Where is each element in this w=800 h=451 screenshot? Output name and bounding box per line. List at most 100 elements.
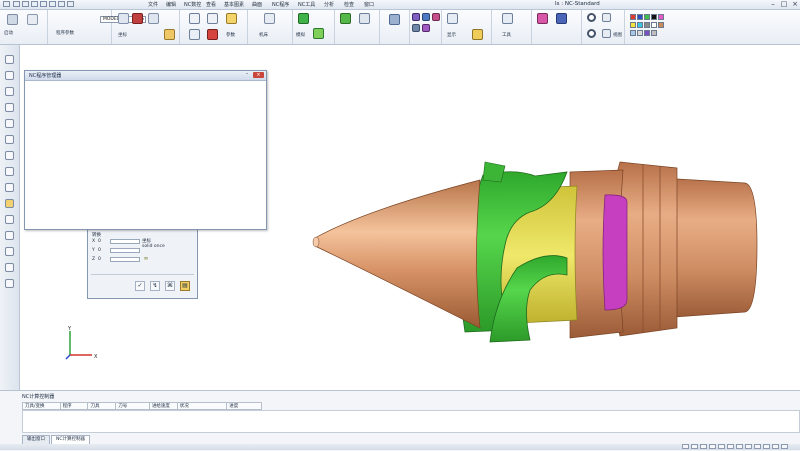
cad-model[interactable] — [305, 150, 765, 355]
color-black-swatch[interactable] — [651, 14, 657, 20]
tool-rotate-icon[interactable] — [502, 13, 513, 24]
red-doc-icon[interactable] — [207, 29, 218, 40]
measure-icon[interactable] — [5, 167, 14, 176]
curve-icon[interactable] — [5, 71, 14, 80]
col-progress[interactable]: 进度 — [227, 403, 261, 409]
shape-icon[interactable] — [5, 119, 14, 128]
render-icon[interactable] — [5, 263, 14, 272]
green-verify-icon[interactable] — [313, 28, 324, 39]
display-icon[interactable] — [447, 13, 458, 24]
y-field[interactable] — [110, 248, 140, 253]
pink-edit-icon[interactable] — [537, 13, 548, 24]
col-feed[interactable]: 进给速度 — [150, 403, 178, 409]
tab-nc-controller[interactable]: NC计算控制器 — [51, 435, 91, 444]
status-icon-1[interactable] — [682, 444, 689, 449]
apply-button[interactable]: ↯ — [150, 281, 160, 291]
status-icon-3[interactable] — [700, 444, 707, 449]
color-red-swatch[interactable] — [630, 14, 636, 20]
layers-icon[interactable] — [5, 183, 14, 192]
coordinate-icon[interactable] — [118, 13, 129, 24]
green-sim-icon[interactable] — [298, 13, 309, 24]
color-lightblue-swatch[interactable] — [630, 30, 636, 36]
menu-surfaces[interactable]: 曲面 — [252, 1, 262, 8]
sketch-icon[interactable] — [5, 55, 14, 64]
box-pink-icon[interactable] — [432, 13, 440, 21]
status-icon-4[interactable] — [709, 444, 716, 449]
stock-icon[interactable] — [148, 13, 159, 24]
zoom-fit-icon[interactable] — [587, 29, 596, 38]
window-icon[interactable] — [189, 13, 200, 24]
tab-output-window[interactable]: 输出窗口 — [22, 435, 50, 444]
menu-nc[interactable]: NC数控 — [184, 1, 201, 8]
color-magenta-swatch[interactable] — [658, 14, 664, 20]
shading-icon[interactable] — [389, 14, 400, 25]
box-blue-icon[interactable] — [422, 13, 430, 21]
status-icon-2[interactable] — [691, 444, 698, 449]
red-tool-icon[interactable] — [132, 13, 143, 24]
folder-icon[interactable] — [226, 13, 237, 24]
status-icon-5[interactable] — [718, 444, 725, 449]
surface-icon[interactable] — [340, 13, 351, 24]
layout-icon[interactable] — [207, 13, 218, 24]
menu-edit[interactable]: 编辑 — [166, 1, 176, 8]
menu-file[interactable]: 文件 — [148, 1, 158, 8]
close-window-icon[interactable]: × — [790, 0, 800, 8]
color-blue-swatch[interactable] — [637, 14, 643, 20]
status-icon-11[interactable] — [772, 444, 779, 449]
undo-icon[interactable] — [40, 1, 47, 7]
ok-button[interactable]: ✓ — [135, 281, 145, 291]
menu-view[interactable]: 查看 — [206, 1, 216, 8]
surface-tool-icon[interactable] — [5, 151, 14, 160]
color-purple-swatch[interactable] — [644, 30, 650, 36]
status-icon-7[interactable] — [736, 444, 743, 449]
link-icon[interactable]: ∞ — [141, 255, 151, 265]
col-tool[interactable]: 刀具 — [88, 403, 117, 409]
start-icon[interactable] — [7, 14, 18, 25]
status-icon-12[interactable] — [781, 444, 788, 449]
status-icon-6[interactable] — [727, 444, 734, 449]
catalog-icon[interactable] — [5, 231, 14, 240]
dimension-icon[interactable] — [5, 103, 14, 112]
text-icon[interactable] — [5, 87, 14, 96]
z-field[interactable] — [110, 257, 140, 262]
params-table-icon[interactable] — [189, 29, 200, 40]
status-icon-9[interactable] — [754, 444, 761, 449]
nc-tool-icon[interactable] — [5, 199, 14, 208]
menu-analysis[interactable]: 分析 — [324, 1, 334, 8]
close-icon[interactable]: × — [253, 72, 264, 78]
pan-icon[interactable] — [602, 29, 611, 38]
nc-dialog-titlebar[interactable]: NC程序管理器 – × — [25, 71, 266, 81]
menu-check[interactable]: 检查 — [344, 1, 354, 8]
color-cyan-swatch[interactable] — [637, 22, 643, 28]
preview-button[interactable]: ⌘ — [165, 281, 175, 291]
menu-window[interactable]: 窗口 — [364, 1, 374, 8]
help-icon[interactable] — [67, 1, 74, 7]
redo-icon[interactable] — [49, 1, 56, 7]
app-icon[interactable] — [3, 1, 10, 7]
open-file-icon[interactable] — [22, 1, 29, 7]
minimize-icon[interactable]: – — [243, 72, 251, 78]
color-yellow-swatch[interactable] — [630, 22, 636, 28]
menu-nc-program[interactable]: NC程序 — [272, 1, 289, 8]
box-purple-icon[interactable] — [412, 13, 420, 21]
minimize-icon[interactable]: – — [768, 0, 778, 8]
status-icon-10[interactable] — [763, 444, 770, 449]
gear-icon[interactable] — [5, 215, 14, 224]
col-tool-number[interactable]: 刀号 — [116, 403, 150, 409]
highlight-icon[interactable] — [472, 29, 483, 40]
machine-icon[interactable] — [264, 13, 275, 24]
zoom-icon[interactable] — [587, 13, 596, 22]
color-copper-swatch[interactable] — [658, 22, 664, 28]
program-params-icon[interactable] — [27, 14, 38, 25]
history-icon[interactable] — [5, 247, 14, 256]
status-icon-8[interactable] — [745, 444, 752, 449]
color-lightgrey-swatch[interactable] — [651, 30, 657, 36]
contour-icon[interactable] — [359, 13, 370, 24]
save-icon[interactable] — [31, 1, 38, 7]
col-tool-transform[interactable]: 刀具/变换 — [23, 403, 61, 409]
new-file-icon[interactable] — [13, 1, 20, 7]
print-icon[interactable] — [58, 1, 65, 7]
color-grey-swatch[interactable] — [644, 22, 650, 28]
color-silver-swatch[interactable] — [637, 30, 643, 36]
zoom-window-icon[interactable] — [602, 13, 611, 22]
